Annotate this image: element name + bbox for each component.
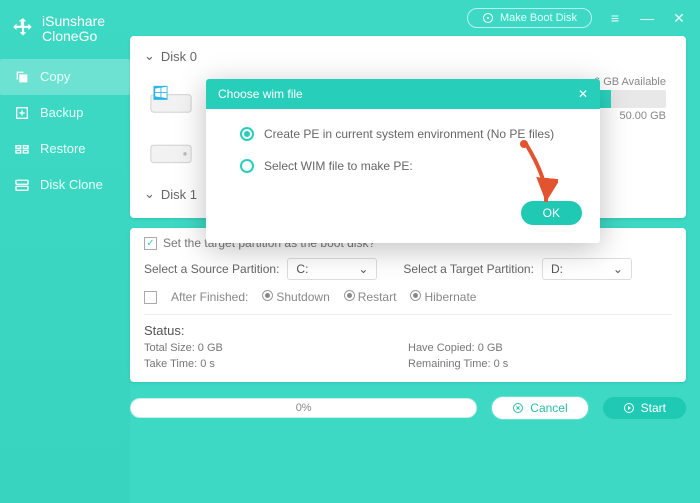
source-label: Select a Source Partition: — [144, 262, 279, 276]
brand: iSunshareCloneGo — [0, 8, 130, 59]
disk0-label: Disk 0 — [161, 49, 197, 64]
start-button[interactable]: Start — [603, 397, 686, 419]
diskclone-icon — [14, 177, 30, 193]
close-icon[interactable]: ✕ — [670, 9, 688, 27]
radio-select-wim[interactable]: Select WIM file to make PE: — [240, 159, 582, 173]
make-boot-label: Make Boot Disk — [500, 12, 577, 24]
target-value: D: — [551, 262, 563, 276]
cancel-icon — [512, 402, 524, 414]
status-title: Status: — [144, 323, 672, 338]
status-remain: Remaining Time: 0 s — [408, 358, 672, 370]
minimize-icon[interactable]: — — [638, 9, 656, 27]
status-take: Take Time: 0 s — [144, 358, 408, 370]
brand-line2: CloneGo — [42, 29, 105, 44]
checkbox-checked-icon: ✓ — [144, 237, 157, 250]
make-boot-disk-button[interactable]: Make Boot Disk — [467, 8, 592, 28]
footer: 0% Cancel Start — [130, 392, 686, 430]
radio-on-icon — [240, 127, 254, 141]
chevron-down-icon: ⌄ — [358, 262, 368, 276]
source-value: C: — [296, 262, 308, 276]
chevron-down-icon: ⌄ — [144, 48, 155, 64]
copy-icon — [14, 69, 30, 85]
nav-copy[interactable]: Copy — [0, 59, 130, 95]
status-block: Status: Total Size: 0 GB Have Copied: 0 … — [144, 314, 672, 370]
restore-icon — [14, 141, 30, 157]
chevron-down-icon: ⌄ — [144, 186, 155, 202]
source-partition-select[interactable]: C: ⌄ — [287, 258, 377, 280]
nav-backup-label: Backup — [40, 105, 83, 120]
backup-icon — [14, 105, 30, 121]
modal-title: Choose wim file — [218, 87, 303, 101]
progress-bar: 0% — [130, 398, 477, 418]
choose-wim-modal: Choose wim file ✕ Create PE in current s… — [206, 79, 600, 243]
disk1-label: Disk 1 — [161, 187, 197, 202]
brand-line1: iSunshare — [42, 14, 105, 29]
brand-logo-icon — [10, 16, 36, 42]
nav-copy-label: Copy — [40, 69, 70, 84]
nav-restore-label: Restore — [40, 141, 86, 156]
cancel-label: Cancel — [530, 401, 567, 415]
disk0-header[interactable]: ⌄ Disk 0 — [144, 44, 672, 68]
modal-header: Choose wim file ✕ — [206, 79, 600, 109]
target-label: Select a Target Partition: — [403, 262, 534, 276]
after-finished-label: After Finished: — [171, 290, 248, 304]
radio-restart[interactable]: Restart — [344, 290, 397, 304]
status-copied: Have Copied: 0 GB — [408, 342, 672, 354]
nav-restore[interactable]: Restore — [0, 131, 130, 167]
radio-off-icon — [240, 159, 254, 173]
radio-select-wim-label: Select WIM file to make PE: — [264, 159, 413, 173]
nav-backup[interactable]: Backup — [0, 95, 130, 131]
cancel-button[interactable]: Cancel — [491, 396, 588, 420]
modal-close-icon[interactable]: ✕ — [578, 87, 588, 101]
menu-icon[interactable]: ≡ — [606, 9, 624, 27]
play-icon — [623, 402, 635, 414]
status-total: Total Size: 0 GB — [144, 342, 408, 354]
target-partition-select[interactable]: D: ⌄ — [542, 258, 632, 280]
options-panel: ✓ Set the target partition as the boot d… — [130, 228, 686, 382]
radio-create-pe[interactable]: Create PE in current system environment … — [240, 127, 582, 141]
after-finished-checkbox[interactable]: ✓ — [144, 291, 157, 304]
radio-create-pe-label: Create PE in current system environment … — [264, 127, 554, 141]
start-label: Start — [641, 401, 666, 415]
radio-hibernate[interactable]: Hibernate — [410, 290, 476, 304]
nav-diskclone-label: Disk Clone — [40, 177, 103, 192]
radio-shutdown[interactable]: Shutdown — [262, 290, 329, 304]
chevron-down-icon: ⌄ — [613, 262, 623, 276]
progress-text: 0% — [296, 402, 312, 414]
drive-icon — [150, 138, 192, 168]
ok-button[interactable]: OK — [521, 201, 582, 225]
disc-icon — [482, 12, 494, 24]
sidebar: iSunshareCloneGo Copy Backup Restore Dis… — [0, 0, 130, 503]
nav-diskclone[interactable]: Disk Clone — [0, 167, 130, 203]
topbar: Make Boot Disk ≡ — ✕ — [130, 0, 700, 36]
windows-drive-icon — [150, 84, 192, 114]
